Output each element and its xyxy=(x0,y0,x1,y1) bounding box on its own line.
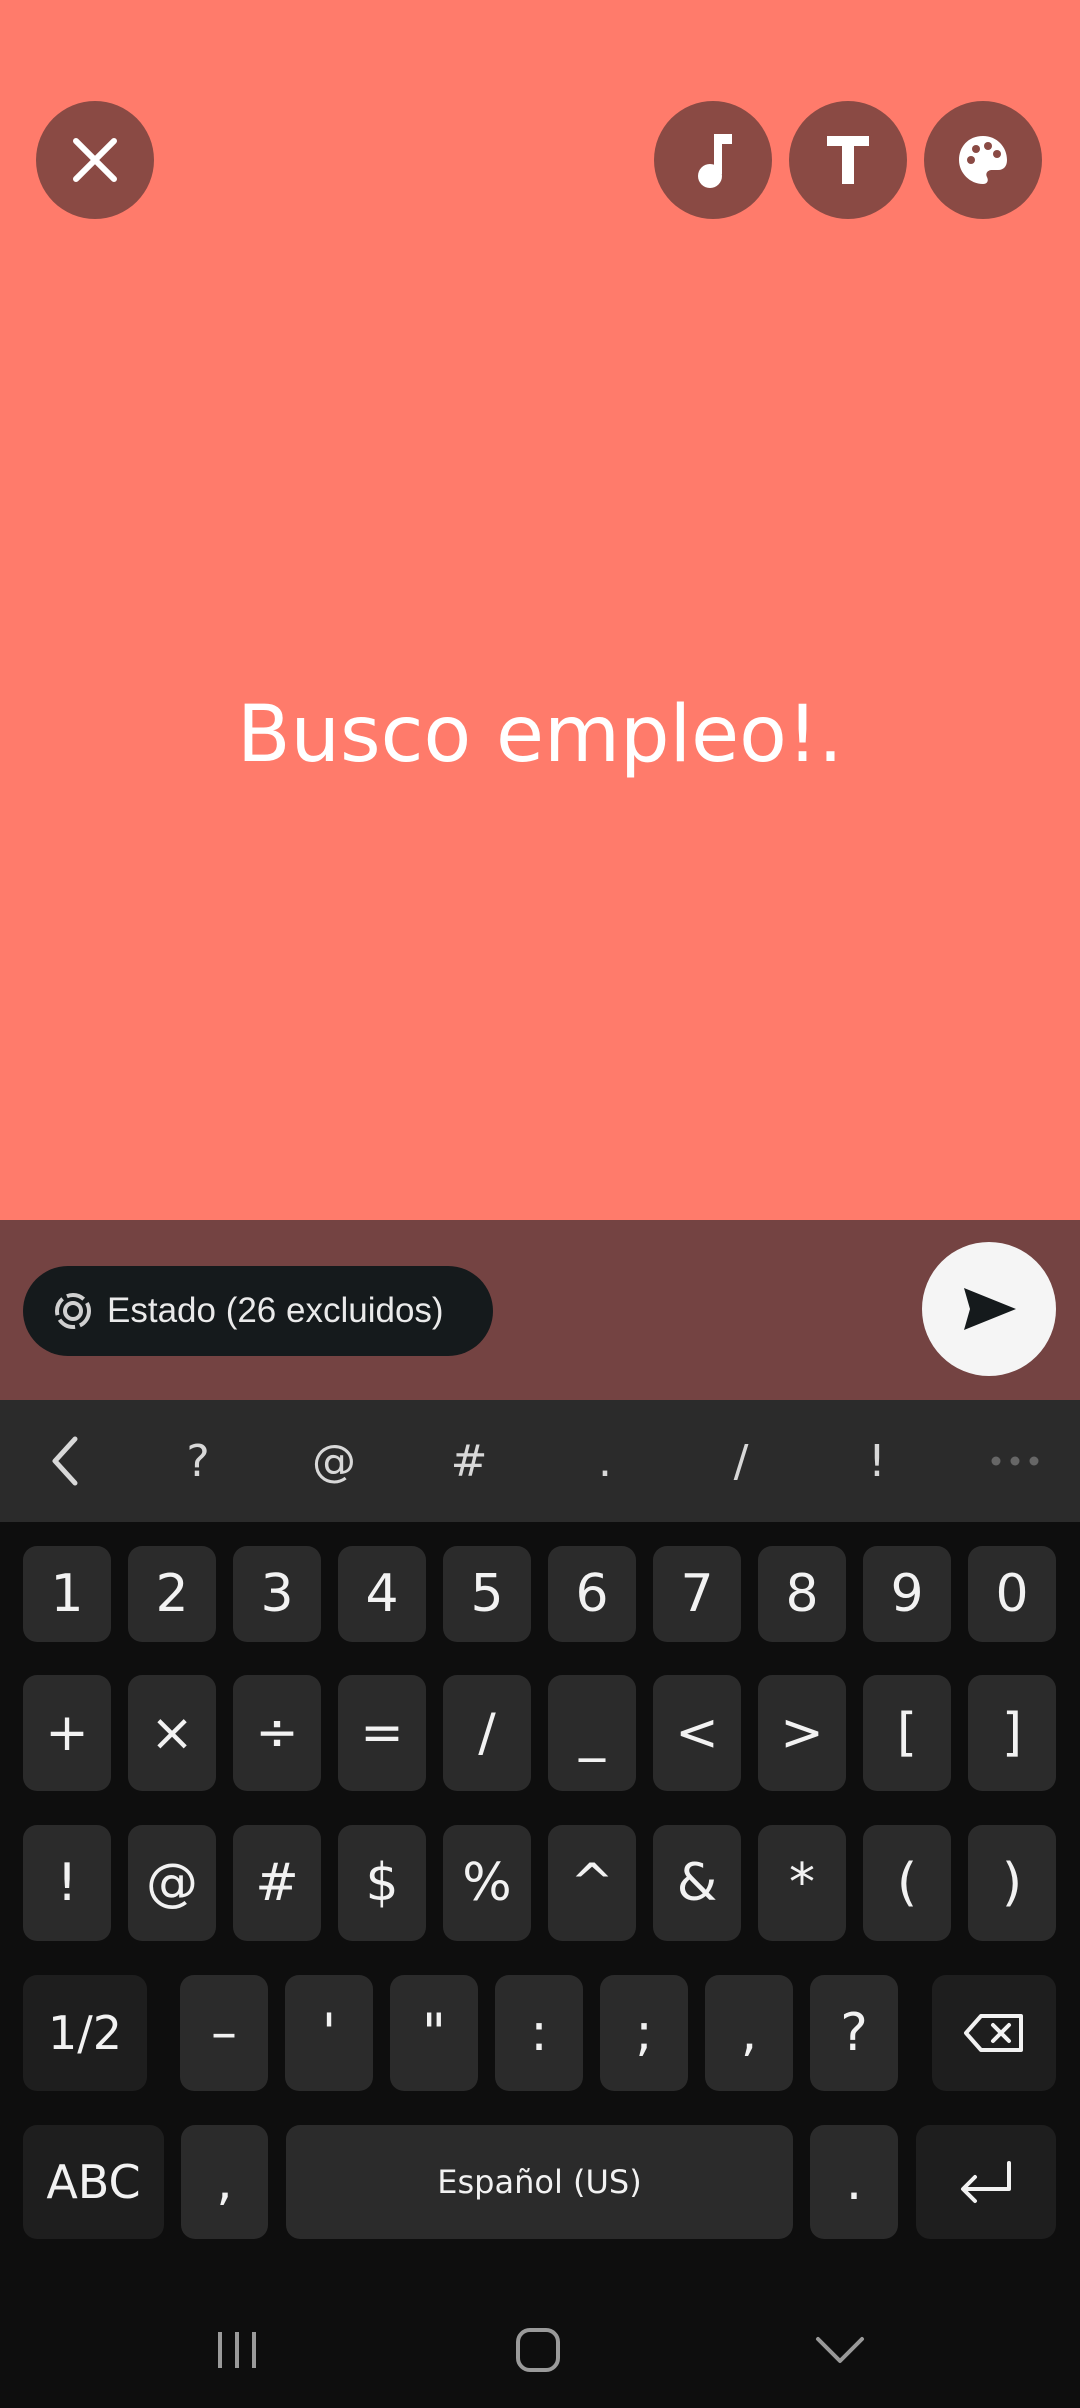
home-square-icon xyxy=(516,2328,560,2372)
more-dots-icon xyxy=(991,1456,1039,1466)
key-0[interactable]: 0 xyxy=(968,1546,1056,1642)
key-less-than[interactable]: < xyxy=(653,1675,741,1791)
toolbar-symbol-slash[interactable]: / xyxy=(696,1400,786,1522)
key-right-bracket[interactable]: ] xyxy=(968,1675,1056,1791)
key-dollar[interactable]: $ xyxy=(338,1825,426,1941)
key-at[interactable]: @ xyxy=(128,1825,216,1941)
music-note-icon xyxy=(698,134,732,188)
key-1[interactable]: 1 xyxy=(23,1546,111,1642)
chevron-down-icon xyxy=(816,2337,864,2363)
key-2[interactable]: 2 xyxy=(128,1546,216,1642)
key-asterisk[interactable]: * xyxy=(758,1825,846,1941)
key-greater-than[interactable]: > xyxy=(758,1675,846,1791)
key-6[interactable]: 6 xyxy=(548,1546,636,1642)
key-comma[interactable]: , xyxy=(181,2125,268,2239)
key-semicolon[interactable]: ; xyxy=(600,1975,688,2091)
toolbar-symbol-hash[interactable]: # xyxy=(424,1400,514,1522)
key-exclamation[interactable]: ! xyxy=(23,1825,111,1941)
home-button[interactable] xyxy=(458,2292,618,2408)
key-7[interactable]: 7 xyxy=(653,1546,741,1642)
key-slash[interactable]: / xyxy=(443,1675,531,1791)
music-button[interactable] xyxy=(654,101,772,219)
status-ring-icon xyxy=(53,1291,93,1331)
recents-icon xyxy=(218,2332,256,2368)
key-space[interactable]: Español (US) xyxy=(286,2125,793,2239)
key-dash[interactable]: – xyxy=(180,1975,268,2091)
send-icon xyxy=(964,1288,1016,1330)
key-backspace[interactable] xyxy=(932,1975,1056,2091)
key-divide[interactable]: ÷ xyxy=(233,1675,321,1791)
keyboard-toolbar: ? @ # . / ! xyxy=(0,1400,1080,1522)
audience-selector[interactable]: Estado (26 excluidos) xyxy=(23,1266,493,1356)
toolbar-symbol-at[interactable]: @ xyxy=(289,1400,379,1522)
key-hash[interactable]: # xyxy=(233,1825,321,1941)
close-icon xyxy=(73,138,117,182)
key-caret[interactable]: ^ xyxy=(548,1825,636,1941)
key-period[interactable]: . xyxy=(810,2125,898,2239)
toolbar-symbol-exclamation[interactable]: ! xyxy=(832,1400,922,1522)
toolbar-symbol-period[interactable]: . xyxy=(560,1400,650,1522)
key-4[interactable]: 4 xyxy=(338,1546,426,1642)
color-palette-button[interactable] xyxy=(924,101,1042,219)
key-ampersand[interactable]: & xyxy=(653,1825,741,1941)
text-t-icon xyxy=(827,136,869,184)
key-9[interactable]: 9 xyxy=(863,1546,951,1642)
key-page-toggle[interactable]: 1/2 xyxy=(23,1975,147,2091)
palette-icon xyxy=(959,136,1007,184)
hide-keyboard-button[interactable] xyxy=(760,2292,920,2408)
text-style-button[interactable] xyxy=(789,101,907,219)
key-5[interactable]: 5 xyxy=(443,1546,531,1642)
key-apostrophe[interactable]: ' xyxy=(285,1975,373,2091)
key-enter[interactable] xyxy=(916,2125,1056,2239)
close-button[interactable] xyxy=(36,101,154,219)
enter-icon xyxy=(961,2161,1011,2203)
status-text[interactable]: Busco empleo!. xyxy=(0,690,1080,780)
send-button[interactable] xyxy=(922,1242,1056,1376)
toolbar-more-button[interactable] xyxy=(970,1400,1060,1522)
recent-apps-button[interactable] xyxy=(157,2292,317,2408)
status-canvas: Busco empleo!. xyxy=(0,0,1080,1220)
key-equals[interactable]: = xyxy=(338,1675,426,1791)
key-3[interactable]: 3 xyxy=(233,1546,321,1642)
key-8[interactable]: 8 xyxy=(758,1546,846,1642)
toolbar-back-button[interactable] xyxy=(20,1400,110,1522)
toolbar-symbol-question[interactable]: ? xyxy=(153,1400,243,1522)
key-underscore[interactable]: _ xyxy=(548,1675,636,1791)
backspace-icon xyxy=(964,2014,1023,2052)
key-abc[interactable]: ABC xyxy=(23,2125,164,2239)
key-percent[interactable]: % xyxy=(443,1825,531,1941)
key-left-bracket[interactable]: [ xyxy=(863,1675,951,1791)
audience-label: Estado (26 excluidos) xyxy=(107,1291,444,1330)
key-comma-alt[interactable]: , xyxy=(705,1975,793,2091)
key-colon[interactable]: : xyxy=(495,1975,583,2091)
key-multiply[interactable]: × xyxy=(128,1675,216,1791)
key-right-paren[interactable]: ) xyxy=(968,1825,1056,1941)
keyboard: 1 2 3 4 5 6 7 8 9 0 + × ÷ = / _ < > [ ] … xyxy=(0,1522,1080,2292)
key-question[interactable]: ? xyxy=(810,1975,898,2091)
key-left-paren[interactable]: ( xyxy=(863,1825,951,1941)
system-nav-bar xyxy=(0,2292,1080,2408)
key-quote[interactable]: " xyxy=(390,1975,478,2091)
chevron-left-icon xyxy=(52,1436,78,1486)
compose-bar: Estado (26 excluidos) xyxy=(0,1220,1080,1400)
key-plus[interactable]: + xyxy=(23,1675,111,1791)
